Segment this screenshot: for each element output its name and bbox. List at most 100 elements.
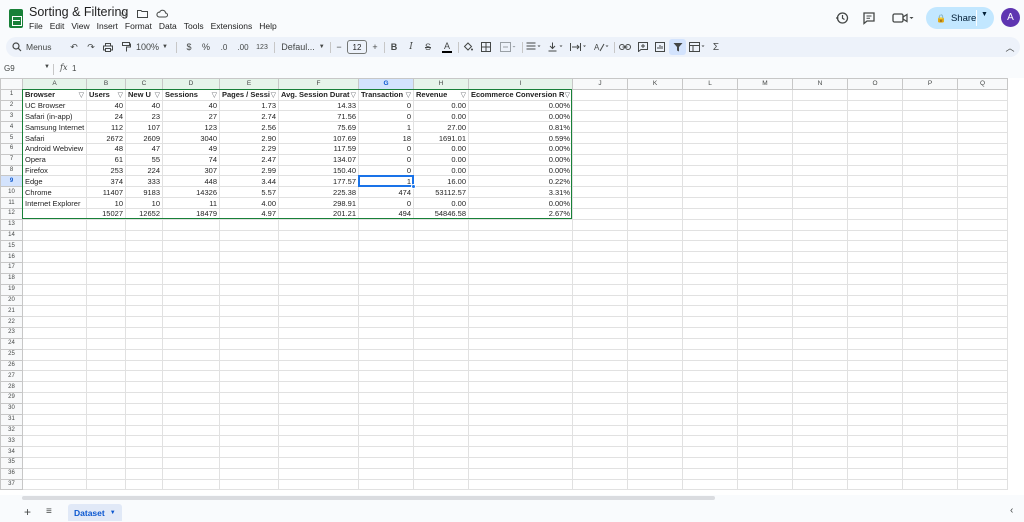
cell[interactable] bbox=[957, 218, 1008, 231]
cell[interactable]: 9183 bbox=[125, 186, 163, 199]
cell[interactable] bbox=[847, 164, 903, 177]
row-header[interactable]: 10 bbox=[0, 186, 23, 199]
cell[interactable] bbox=[22, 240, 87, 253]
cell[interactable] bbox=[792, 435, 848, 448]
cell[interactable]: 1 bbox=[358, 121, 414, 134]
cell[interactable] bbox=[957, 132, 1008, 144]
row-header[interactable]: 14 bbox=[0, 229, 23, 242]
cell[interactable]: 15027 bbox=[86, 207, 126, 220]
cell[interactable] bbox=[358, 348, 414, 361]
cell[interactable] bbox=[847, 229, 903, 242]
cell[interactable] bbox=[413, 316, 469, 329]
cell[interactable] bbox=[627, 240, 683, 253]
column-filter-icon[interactable]: ▽ bbox=[79, 91, 84, 99]
cell[interactable] bbox=[358, 478, 414, 491]
cell[interactable] bbox=[358, 262, 414, 274]
sheet-tab-dataset[interactable]: Dataset ▼ bbox=[68, 504, 122, 521]
cell[interactable] bbox=[957, 294, 1008, 307]
cell[interactable] bbox=[957, 402, 1008, 415]
cell[interactable]: 14326 bbox=[162, 186, 220, 199]
cell[interactable] bbox=[413, 229, 469, 242]
meet-video-icon[interactable] bbox=[890, 9, 916, 27]
cell[interactable] bbox=[902, 446, 958, 458]
cell[interactable] bbox=[847, 456, 903, 469]
row-header[interactable]: 12 bbox=[0, 207, 23, 220]
cell[interactable] bbox=[468, 240, 573, 253]
column-header-g[interactable]: G bbox=[358, 78, 414, 90]
cell[interactable] bbox=[468, 337, 573, 350]
cell[interactable] bbox=[278, 381, 359, 394]
cell[interactable]: 40 bbox=[86, 99, 126, 112]
cell[interactable]: 0 bbox=[358, 164, 414, 177]
column-filter-icon[interactable]: ▽ bbox=[565, 91, 570, 99]
cell[interactable] bbox=[957, 88, 1008, 101]
cell[interactable] bbox=[278, 316, 359, 329]
cell[interactable] bbox=[902, 402, 958, 415]
cell[interactable]: 2672 bbox=[86, 132, 126, 144]
cell[interactable] bbox=[627, 218, 683, 231]
cell[interactable] bbox=[22, 294, 87, 307]
column-header-k[interactable]: K bbox=[627, 78, 683, 90]
insert-comment-icon[interactable] bbox=[636, 37, 650, 57]
cell[interactable] bbox=[358, 294, 414, 307]
cell[interactable] bbox=[358, 337, 414, 350]
decrease-font-size-button[interactable]: − bbox=[334, 37, 344, 57]
cell[interactable] bbox=[737, 142, 793, 155]
cell[interactable]: 3.31% bbox=[468, 186, 573, 199]
column-header-o[interactable]: O bbox=[847, 78, 903, 90]
cell[interactable] bbox=[278, 240, 359, 253]
cell[interactable] bbox=[847, 413, 903, 426]
cell[interactable] bbox=[682, 348, 738, 361]
cell[interactable] bbox=[737, 337, 793, 350]
cell[interactable] bbox=[682, 446, 738, 458]
cell[interactable]: 494 bbox=[358, 207, 414, 220]
cell[interactable] bbox=[847, 467, 903, 480]
row-header[interactable]: 19 bbox=[0, 283, 23, 296]
cell[interactable] bbox=[22, 283, 87, 296]
cell[interactable] bbox=[902, 337, 958, 350]
cell[interactable] bbox=[278, 370, 359, 383]
cell[interactable] bbox=[682, 413, 738, 426]
row-header[interactable]: 4 bbox=[0, 121, 23, 134]
cell[interactable] bbox=[572, 142, 628, 155]
cell[interactable] bbox=[125, 316, 163, 329]
cell[interactable] bbox=[847, 392, 903, 404]
cell[interactable] bbox=[572, 446, 628, 458]
cell[interactable] bbox=[162, 413, 220, 426]
cell[interactable] bbox=[162, 272, 220, 285]
cell[interactable]: 134.07 bbox=[278, 153, 359, 166]
cell[interactable] bbox=[682, 153, 738, 166]
cell[interactable] bbox=[278, 467, 359, 480]
cell[interactable] bbox=[278, 283, 359, 296]
cell[interactable] bbox=[957, 370, 1008, 383]
cell[interactable] bbox=[413, 283, 469, 296]
cell[interactable] bbox=[162, 262, 220, 274]
cell[interactable] bbox=[86, 251, 126, 264]
cell[interactable] bbox=[627, 88, 683, 101]
column-header-a[interactable]: A bbox=[22, 78, 87, 90]
cell[interactable] bbox=[278, 327, 359, 339]
cell[interactable] bbox=[125, 435, 163, 448]
cell[interactable] bbox=[572, 327, 628, 339]
column-filter-icon[interactable]: ▽ bbox=[212, 91, 217, 99]
cell[interactable] bbox=[162, 316, 220, 329]
sheet-tab-dropdown-icon[interactable]: ▼ bbox=[110, 510, 116, 516]
insert-chart-icon[interactable] bbox=[653, 37, 667, 57]
cell[interactable] bbox=[413, 392, 469, 404]
font-family-select[interactable]: Defaul... ▼ bbox=[279, 37, 327, 57]
cell[interactable]: 0.22% bbox=[468, 175, 573, 188]
cell[interactable] bbox=[957, 240, 1008, 253]
row-header[interactable]: 23 bbox=[0, 327, 23, 339]
row-header[interactable]: 21 bbox=[0, 305, 23, 318]
cell[interactable] bbox=[957, 121, 1008, 134]
cell[interactable] bbox=[413, 337, 469, 350]
cell[interactable]: 107.69 bbox=[278, 132, 359, 144]
cell[interactable] bbox=[22, 348, 87, 361]
cell[interactable]: 14.33 bbox=[278, 99, 359, 112]
cell[interactable] bbox=[627, 164, 683, 177]
cell[interactable] bbox=[737, 424, 793, 437]
cell[interactable] bbox=[413, 240, 469, 253]
cell[interactable] bbox=[627, 153, 683, 166]
cell[interactable] bbox=[737, 348, 793, 361]
cell[interactable] bbox=[902, 370, 958, 383]
